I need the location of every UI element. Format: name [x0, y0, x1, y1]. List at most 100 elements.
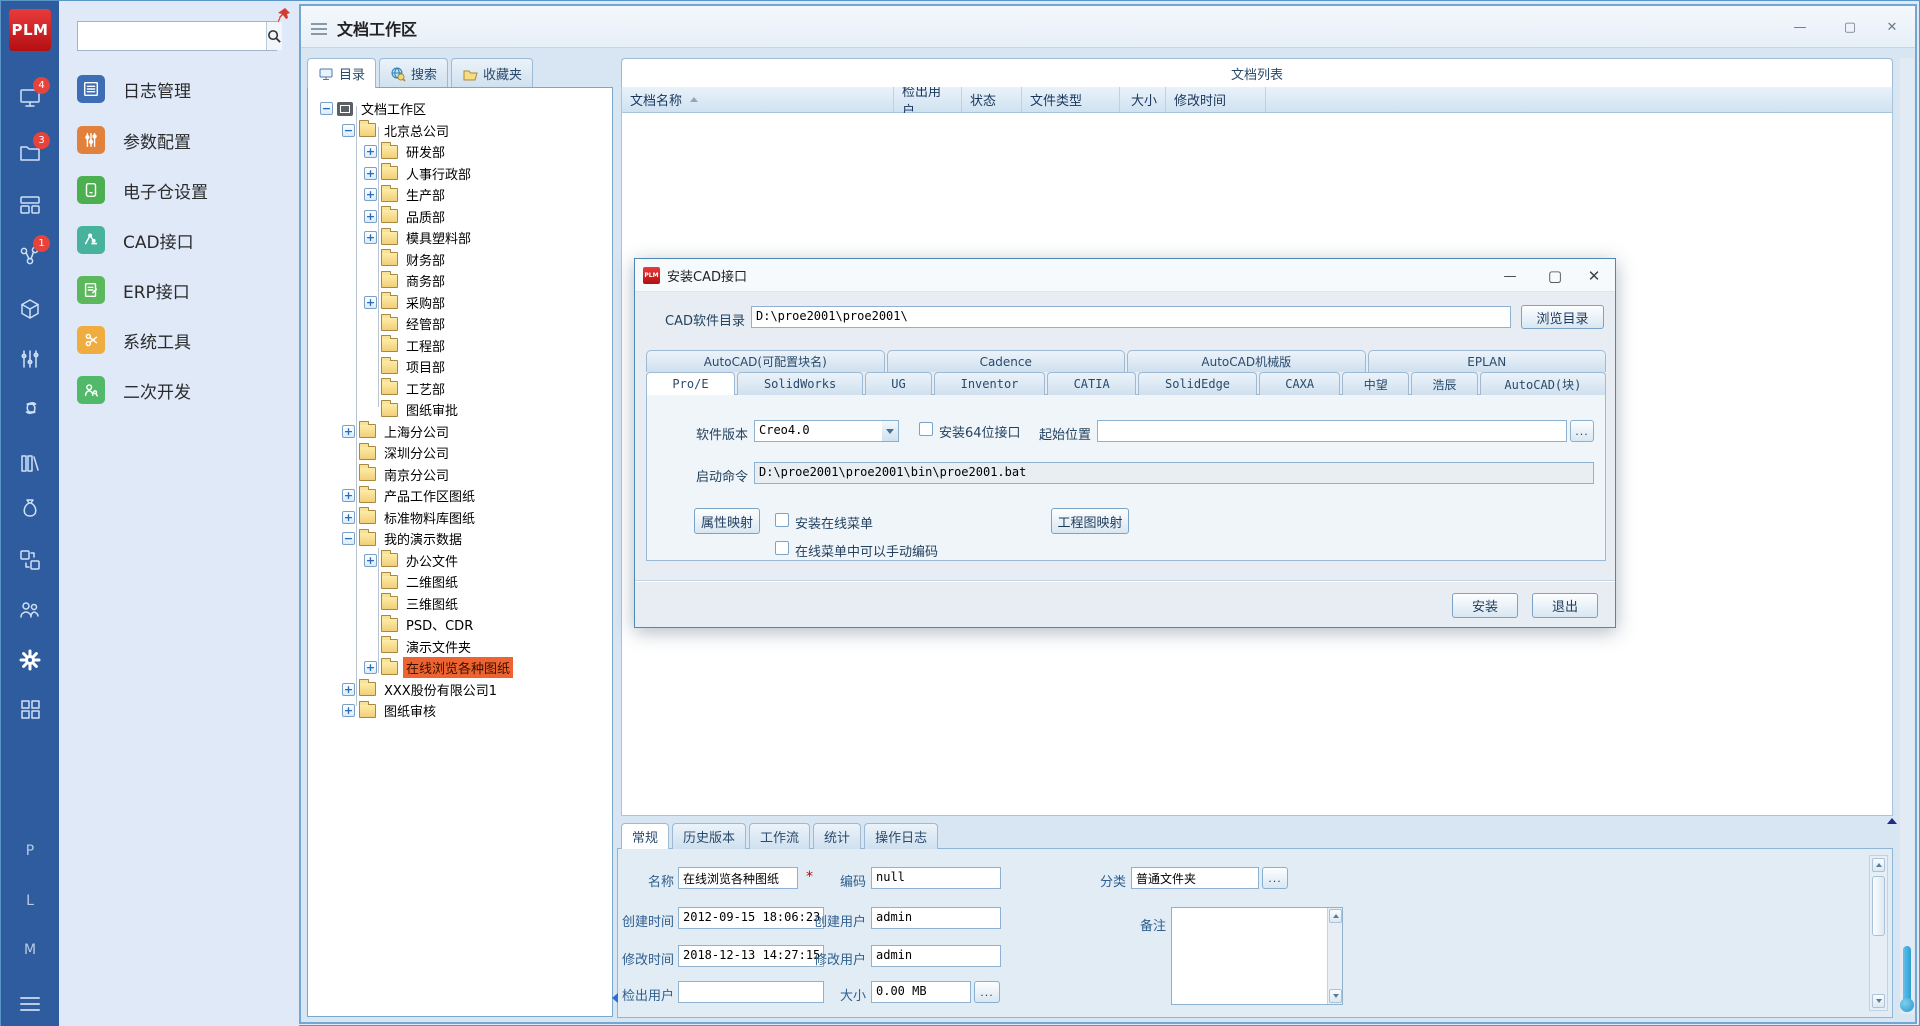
remark-scrollbar[interactable] [1327, 908, 1342, 1004]
tree-item[interactable]: +XXX股份有限公司1 [342, 679, 500, 700]
expand-expander-icon[interactable]: + [364, 661, 377, 674]
tree-item[interactable]: +生产部 [364, 184, 448, 205]
cad-tab-Inventor[interactable]: Inventor [934, 372, 1045, 395]
tree-item[interactable]: +模具塑料部 [364, 227, 474, 248]
tab-oplog[interactable]: 操作日志 [864, 823, 938, 849]
collapse-expander-icon[interactable]: − [342, 124, 355, 137]
menu-item-7[interactable]: 二次开发 [77, 370, 287, 410]
install-button[interactable]: 安装 [1452, 593, 1518, 618]
column-header[interactable]: 文件类型 [1022, 87, 1120, 112]
expand-expander-icon[interactable]: + [342, 511, 355, 524]
tab-general[interactable]: 常规 [621, 823, 669, 849]
tree-item[interactable]: 三维图纸 [364, 593, 461, 614]
tree-item[interactable]: +品质部 [364, 206, 448, 227]
tree-item[interactable]: 二维图纸 [364, 571, 461, 592]
tab-search[interactable]: 搜索 [379, 58, 448, 88]
tab-catalog[interactable]: 目录 [307, 58, 376, 88]
expand-expander-icon[interactable]: + [364, 188, 377, 201]
menu-item-1[interactable]: 日志管理 [77, 69, 287, 109]
manual-code-checkbox[interactable] [775, 541, 789, 555]
pin-icon[interactable] [277, 7, 291, 23]
menu-item-6[interactable]: 系统工具 [77, 320, 287, 360]
tree-item[interactable]: 工程部 [364, 335, 448, 356]
expand-expander-icon[interactable]: + [364, 167, 377, 180]
scroll-up-icon[interactable] [1329, 909, 1342, 923]
dialog-close-button[interactable]: ✕ [1579, 264, 1609, 288]
panel-scrollbar[interactable] [1869, 855, 1888, 1011]
tree-item[interactable]: +办公文件 [364, 550, 461, 571]
tree-item[interactable]: +标准物料库图纸 [342, 507, 478, 528]
cad-tab-CATIA[interactable]: CATIA [1047, 372, 1136, 395]
expand-expander-icon[interactable]: + [342, 489, 355, 502]
expand-expander-icon[interactable]: + [364, 554, 377, 567]
sync-icon[interactable] [18, 548, 42, 572]
column-header[interactable]: 检出用户 [894, 87, 962, 112]
modified-time-field[interactable]: 2018-12-13 14:27:15 [678, 945, 824, 967]
dashboard-icon[interactable] [18, 193, 42, 217]
tree-item[interactable]: −我的演示数据 [342, 528, 465, 549]
expand-expander-icon[interactable]: + [342, 683, 355, 696]
tree-item[interactable]: 演示文件夹 [364, 636, 474, 657]
column-header[interactable]: 修改时间 [1166, 87, 1266, 112]
cad-tab-SolidWorks[interactable]: SolidWorks [737, 372, 863, 395]
start-pos-browse-button[interactable]: ... [1570, 420, 1594, 442]
moneybag-icon[interactable] [18, 496, 42, 520]
tab-stats[interactable]: 统计 [813, 823, 861, 849]
network-icon[interactable]: 1 [18, 244, 42, 268]
category-browse-button[interactable]: ... [1262, 867, 1288, 889]
cad-tab-AutoCAD机械版[interactable]: AutoCAD机械版 [1127, 350, 1366, 372]
tree-item[interactable]: +采购部 [364, 292, 448, 313]
remark-textarea[interactable] [1171, 907, 1343, 1005]
tab-workflow[interactable]: 工作流 [749, 823, 810, 849]
dialog-minimize-button[interactable]: — [1495, 264, 1525, 288]
tree-item[interactable]: PSD、CDR [364, 614, 476, 635]
tree-item[interactable]: +产品工作区图纸 [342, 485, 478, 506]
cad-tab-UG[interactable]: UG [865, 372, 932, 395]
size-field[interactable]: 0.00 MB [871, 981, 971, 1003]
tree-item[interactable]: −北京总公司 [342, 120, 452, 141]
search-input[interactable] [78, 22, 266, 50]
expand-expander-icon[interactable]: + [342, 704, 355, 717]
column-header[interactable]: 状态 [962, 87, 1022, 112]
creator-field[interactable]: admin [871, 907, 1001, 929]
wrench-icon[interactable] [18, 397, 42, 421]
collapse-expander-icon[interactable]: − [320, 102, 333, 115]
folder-icon[interactable]: 3 [18, 141, 42, 165]
rail-letter-p[interactable]: P [1, 843, 59, 859]
people-icon[interactable] [18, 598, 42, 622]
scroll-thumb[interactable] [1872, 876, 1885, 936]
tree-item[interactable]: +在线浏览各种图纸 [364, 657, 513, 678]
attribute-map-button[interactable]: 属性映射 [694, 508, 760, 534]
maximize-button[interactable]: ▢ [1835, 16, 1865, 38]
tree-item[interactable]: 项目部 [364, 356, 448, 377]
menu-item-2[interactable]: 参数配置 [77, 120, 287, 160]
cad-tab-AutoCAD(块)[interactable]: AutoCAD(块) [1480, 372, 1606, 395]
cad-tab-Cadence[interactable]: Cadence [887, 350, 1126, 372]
start-pos-field[interactable] [1097, 420, 1567, 442]
cad-tab-浩辰[interactable]: 浩辰 [1411, 372, 1478, 395]
tree-item[interactable]: 深圳分公司 [342, 442, 452, 463]
rail-letter-m[interactable]: M [1, 942, 59, 958]
tab-document-list[interactable]: 文档列表 [621, 58, 1893, 87]
cad-tab-AutoCAD(可配置块名)[interactable]: AutoCAD(可配置块名) [646, 350, 885, 372]
tab-history[interactable]: 历史版本 [672, 823, 746, 849]
splitter-collapse-left-arrow[interactable] [612, 993, 618, 1003]
column-header[interactable]: 大小 [1120, 87, 1166, 112]
version-combo[interactable]: Creo4.0 [754, 420, 899, 442]
search-icon[interactable] [266, 22, 282, 50]
right-edge-scrollbar[interactable] [1900, 58, 1914, 1014]
checkout-user-field[interactable] [678, 981, 824, 1003]
menu-item-5[interactable]: ERP接口 [77, 270, 287, 310]
drawing-map-button[interactable]: 工程图映射 [1051, 508, 1129, 534]
scroll-up-icon[interactable] [1872, 858, 1885, 872]
exit-button[interactable]: 退出 [1532, 593, 1598, 618]
gear-icon[interactable] [18, 648, 42, 672]
column-header[interactable]: 文档名称 [622, 87, 894, 112]
tree-item[interactable]: 财务部 [364, 249, 448, 270]
tree-item[interactable]: +上海分公司 [342, 421, 452, 442]
name-field[interactable]: 在线浏览各种图纸 [678, 867, 798, 889]
scroll-down-icon[interactable] [1872, 994, 1885, 1008]
rail-letter-l[interactable]: L [1, 893, 59, 909]
expand-expander-icon[interactable]: + [364, 231, 377, 244]
collapse-expander-icon[interactable]: − [342, 532, 355, 545]
